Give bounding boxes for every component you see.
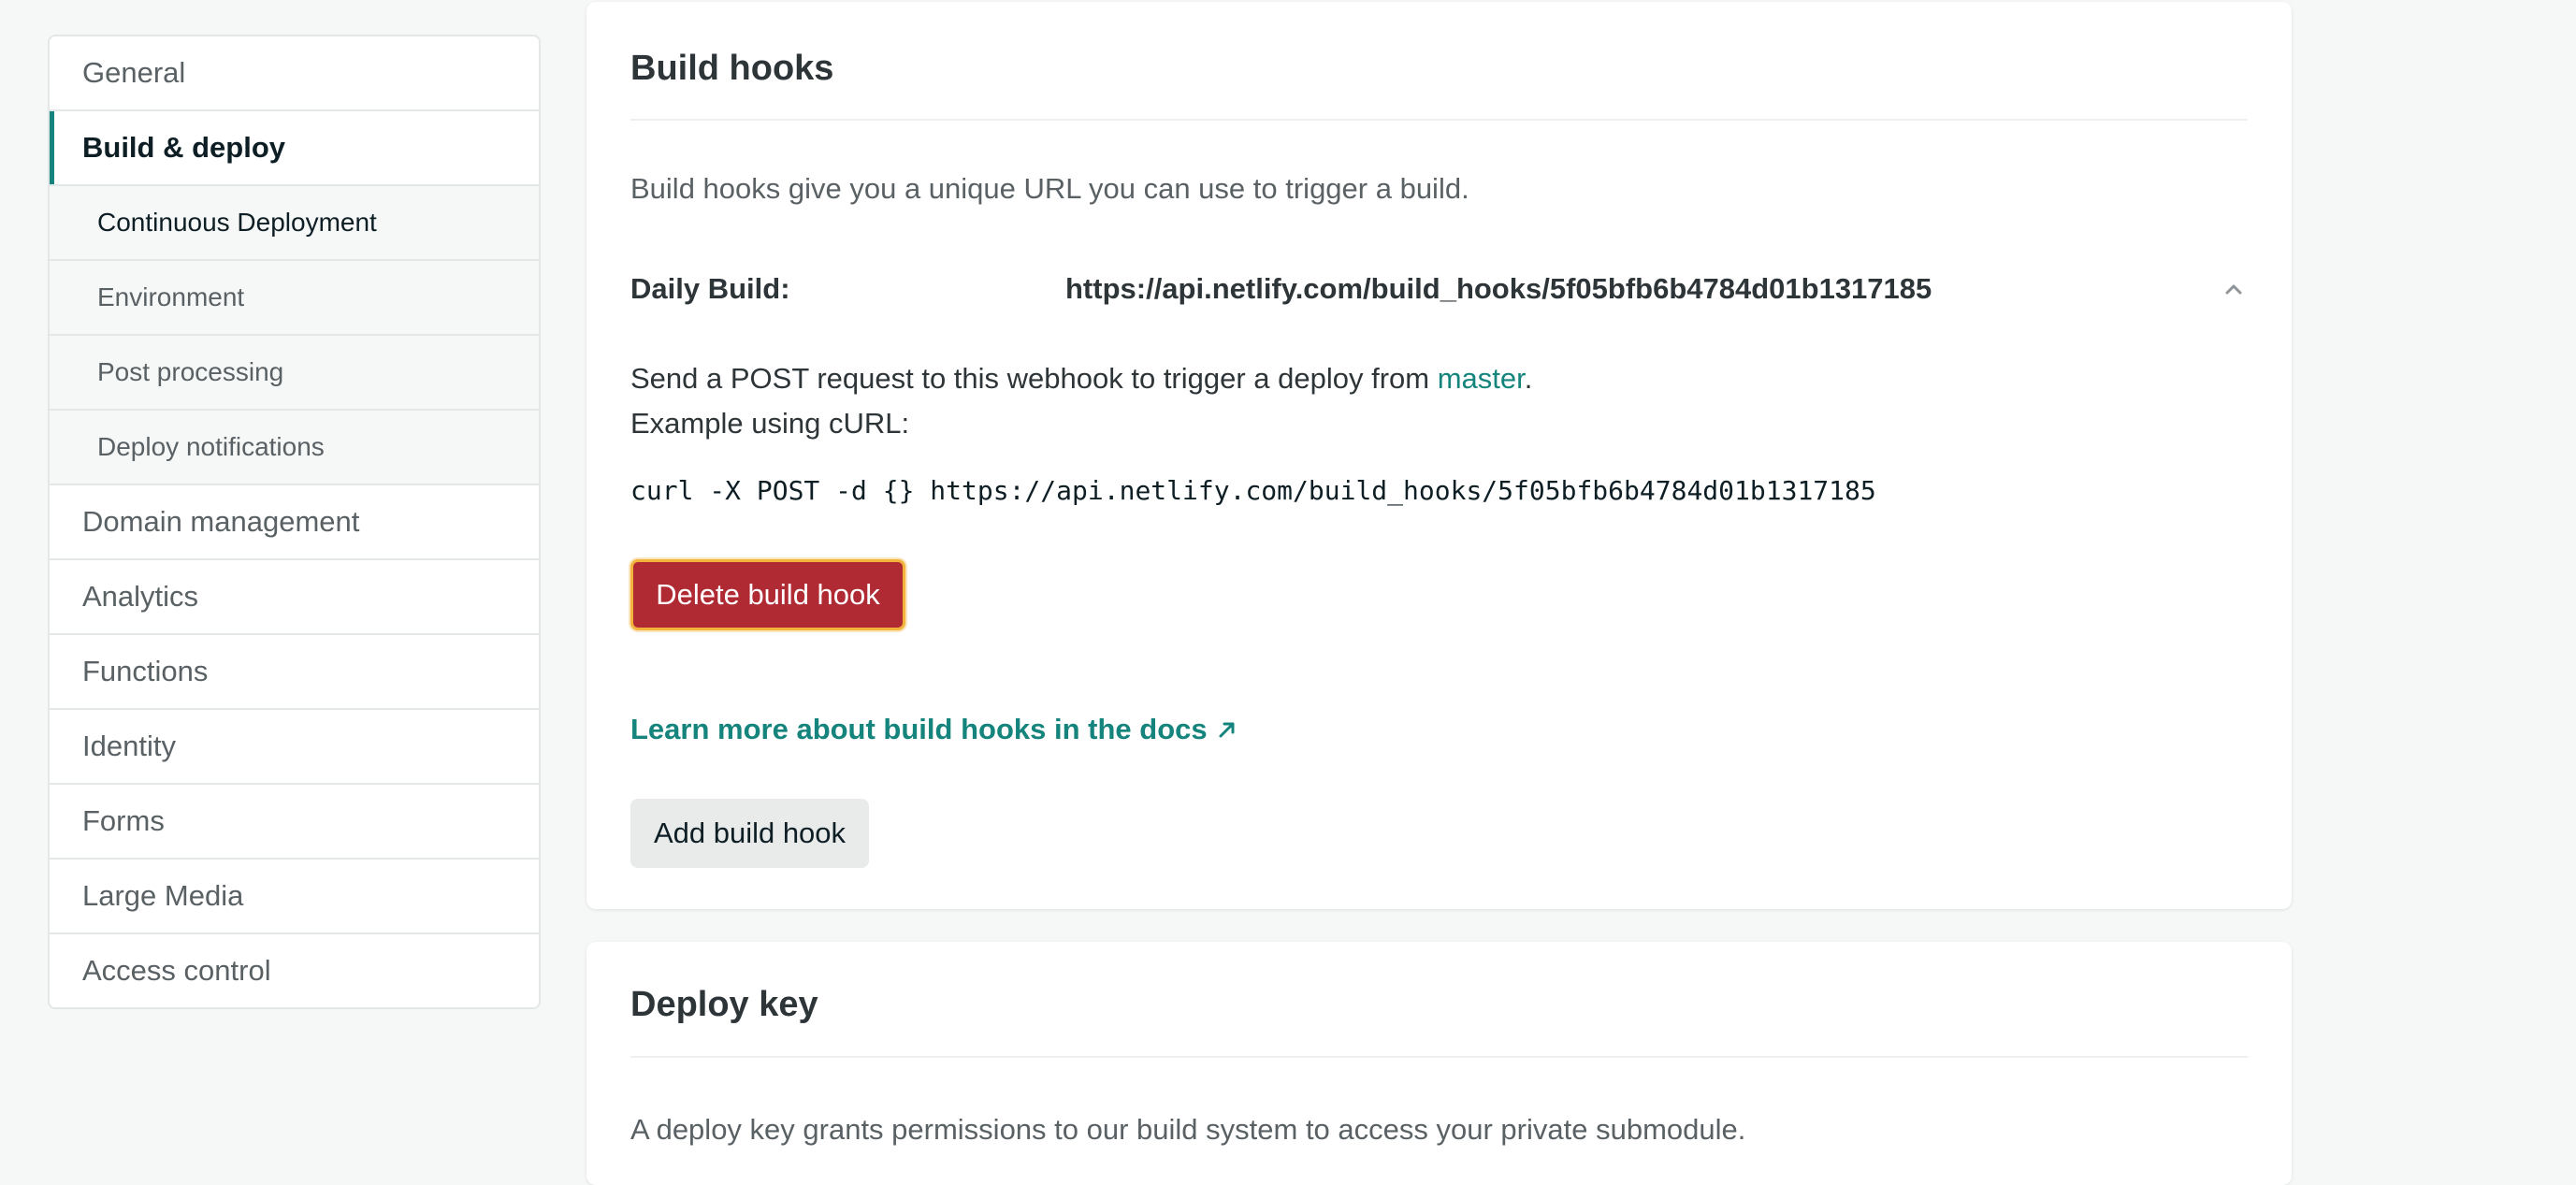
branch-link[interactable]: master bbox=[1438, 362, 1525, 395]
build-hooks-intro: Build hooks give you a unique URL you ca… bbox=[630, 172, 1469, 205]
sidebar-item-large-media[interactable]: Large Media bbox=[50, 858, 539, 932]
build-hook-row-toggle[interactable]: Daily Build: https://api.netlify.com/bui… bbox=[630, 268, 2248, 310]
description-prefix: Send a POST request to this webhook to t… bbox=[630, 362, 1438, 395]
delete-build-hook-button[interactable]: Delete build hook bbox=[630, 559, 905, 630]
sidebar-item-access-control[interactable]: Access control bbox=[50, 932, 539, 1007]
sidebar-subitem-environment[interactable]: Environment bbox=[50, 259, 539, 334]
chevron-up-icon[interactable] bbox=[2220, 275, 2248, 303]
sidebar-item-domain-management[interactable]: Domain management bbox=[50, 484, 539, 558]
build-hooks-card: Build hooks Build hooks give you a uniqu… bbox=[586, 2, 2292, 909]
build-hook-description: Send a POST request to this webhook to t… bbox=[630, 356, 1532, 446]
sidebar-item-identity[interactable]: Identity bbox=[50, 708, 539, 783]
description-suffix: . bbox=[1524, 362, 1533, 395]
external-link-arrow-icon bbox=[1219, 722, 1235, 738]
sidebar-item-forms[interactable]: Forms bbox=[50, 783, 539, 858]
sidebar-subitem-post-processing[interactable]: Post processing bbox=[50, 334, 539, 409]
add-build-hook-button[interactable]: Add build hook bbox=[630, 799, 869, 868]
build-hook-name: Daily Build: bbox=[630, 272, 790, 305]
sidebar-subitem-deploy-notifications[interactable]: Deploy notifications bbox=[50, 409, 539, 484]
example-label: Example using cURL: bbox=[630, 407, 910, 440]
curl-command: curl -X POST -d {} https://api.netlify.c… bbox=[630, 475, 1876, 506]
build-hooks-title: Build hooks bbox=[630, 2, 2248, 121]
settings-sidebar: General Build & deploy Continuous Deploy… bbox=[48, 35, 541, 1009]
build-hook-url: https://api.netlify.com/build_hooks/5f05… bbox=[1065, 272, 1932, 305]
docs-link-label: Learn more about build hooks in the docs bbox=[630, 713, 1208, 745]
deploy-key-card: Deploy key A deploy key grants permissio… bbox=[586, 942, 2292, 1185]
sidebar-item-general[interactable]: General bbox=[50, 36, 539, 109]
deploy-key-description: A deploy key grants permissions to our b… bbox=[630, 1113, 1746, 1146]
sidebar-item-analytics[interactable]: Analytics bbox=[50, 558, 539, 633]
sidebar-subitem-continuous-deployment[interactable]: Continuous Deployment bbox=[50, 184, 539, 259]
deploy-key-title: Deploy key bbox=[630, 942, 2248, 1058]
sidebar-item-build-deploy[interactable]: Build & deploy bbox=[50, 109, 539, 184]
build-hooks-docs-link[interactable]: Learn more about build hooks in the docs bbox=[630, 713, 1237, 746]
sidebar-item-functions[interactable]: Functions bbox=[50, 633, 539, 708]
